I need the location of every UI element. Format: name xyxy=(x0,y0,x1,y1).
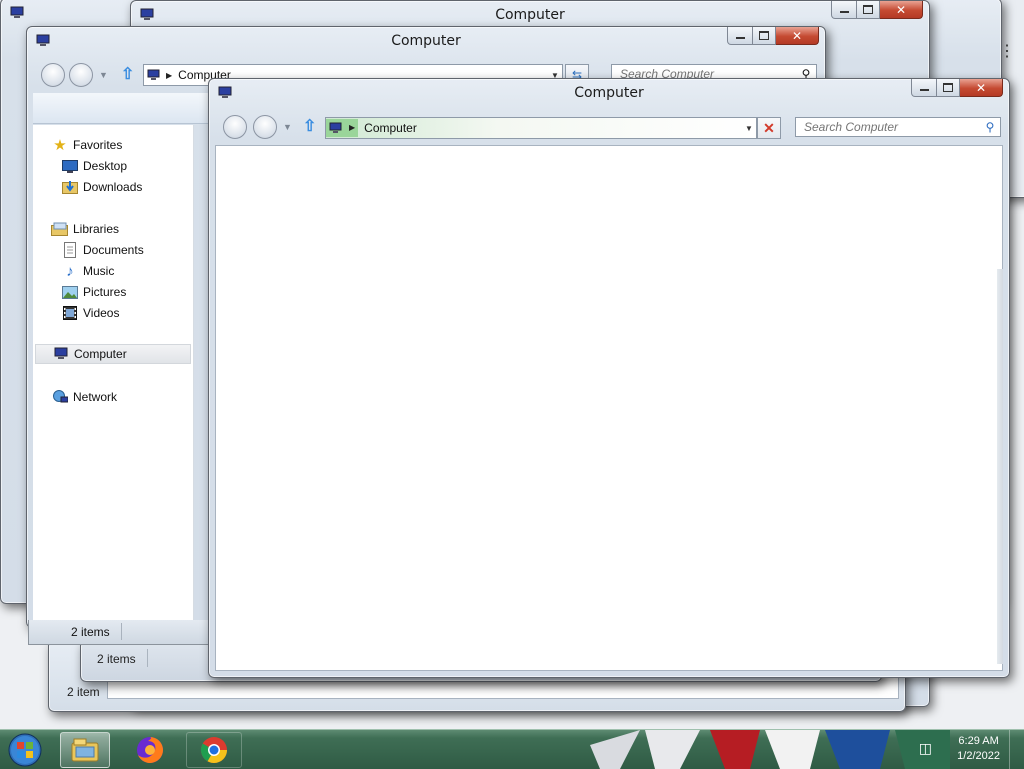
stop-loading-button[interactable]: ✕ xyxy=(757,117,781,139)
maximize-button[interactable] xyxy=(937,79,960,97)
address-bar[interactable]: ▶ Computer ▼ xyxy=(325,117,757,139)
firefox-icon xyxy=(137,737,163,763)
search-icon: ⚲ xyxy=(985,120,995,134)
content-area[interactable] xyxy=(215,145,1003,671)
forward-button[interactable] xyxy=(253,115,277,139)
folder-icon xyxy=(71,738,99,762)
nav-item-pictures[interactable]: Pictures xyxy=(61,282,217,302)
nav-item-label: Videos xyxy=(83,306,120,320)
status-divider xyxy=(121,623,122,640)
clock-date: 1/2/2022 xyxy=(957,750,1000,762)
videos-icon xyxy=(61,305,79,321)
recent-pages-dropdown-icon[interactable]: ▼ xyxy=(283,122,292,132)
close-icon: ✕ xyxy=(975,80,987,95)
back-button[interactable] xyxy=(41,63,65,87)
explorer-window-front[interactable]: Computer ✕ ▼ ⇧ ▶ Computer ▼ ✕ ⚲ xyxy=(208,78,1010,678)
window-title: Computer xyxy=(574,85,644,101)
nav-item-downloads[interactable]: Downloads xyxy=(61,177,217,197)
taskbar-button-windows-explorer[interactable] xyxy=(60,732,110,768)
status-item-count: 2 items xyxy=(97,652,136,666)
close-button[interactable]: ✕ xyxy=(880,1,923,19)
status-item-count: 2 item xyxy=(67,685,100,699)
nav-item-favorites[interactable]: ★ Favorites xyxy=(51,135,207,155)
computer-icon xyxy=(52,346,70,362)
window-title: Computer xyxy=(495,7,565,23)
recent-pages-dropdown-icon[interactable]: ▼ xyxy=(99,70,108,80)
maximize-icon xyxy=(759,31,769,40)
downloads-folder-icon xyxy=(61,179,79,195)
search-box[interactable]: ⚲ xyxy=(795,117,1001,137)
navigation-bar: ▼ ⇧ ▶ Computer ▼ ✕ ⚲ xyxy=(217,114,1001,140)
nav-item-label: Downloads xyxy=(83,180,143,194)
computer-icon xyxy=(326,119,346,137)
desktop-wallpaper-strip xyxy=(560,730,950,769)
nav-item-label: Network xyxy=(73,390,118,404)
system-clock[interactable]: 6:29 AM 1/2/2022 xyxy=(957,734,1000,764)
maximize-button[interactable] xyxy=(857,1,880,19)
nav-item-label: Computer xyxy=(74,347,127,361)
status-item-count: 2 items xyxy=(71,625,110,639)
close-button[interactable]: ✕ xyxy=(776,27,819,45)
desktop-icon xyxy=(61,158,79,174)
taskbar-button-chrome[interactable] xyxy=(186,732,242,768)
star-icon: ★ xyxy=(53,137,67,154)
nav-item-music[interactable]: ♪ Music xyxy=(61,261,217,281)
chrome-icon xyxy=(200,737,228,764)
up-level-button[interactable]: ⇧ xyxy=(121,64,134,84)
minimize-icon xyxy=(839,11,849,13)
nav-item-label: Favorites xyxy=(73,138,123,152)
address-breadcrumb[interactable]: Computer xyxy=(364,121,742,135)
minimize-icon xyxy=(919,89,929,91)
taskbar-button-firefox[interactable] xyxy=(124,732,176,768)
vertical-scrollbar[interactable] xyxy=(997,269,1003,664)
address-dropdown-icon[interactable]: ▼ xyxy=(742,124,756,133)
breadcrumb-separator-icon[interactable]: ▶ xyxy=(346,119,359,137)
computer-icon xyxy=(144,66,164,84)
start-button[interactable] xyxy=(4,732,46,768)
minimize-button[interactable] xyxy=(831,1,857,19)
close-icon: ✕ xyxy=(895,2,907,17)
clock-time: 6:29 AM xyxy=(958,735,999,747)
maximize-icon xyxy=(943,83,953,92)
nav-item-label: Desktop xyxy=(83,159,128,173)
status-divider xyxy=(147,649,148,667)
nav-item-network[interactable]: Network xyxy=(51,387,207,407)
show-desktop-button[interactable] xyxy=(1009,730,1024,769)
nav-item-desktop[interactable]: Desktop xyxy=(61,156,217,176)
minimize-icon xyxy=(735,37,745,39)
close-button[interactable]: ✕ xyxy=(960,79,1003,97)
stop-icon: ✕ xyxy=(763,120,775,136)
minimize-button[interactable] xyxy=(727,27,753,45)
navigation-pane: ★ Favorites Desktop Downloads Libraries xyxy=(33,125,194,627)
maximize-icon xyxy=(863,5,873,14)
nav-item-label: Libraries xyxy=(73,222,120,236)
maximize-button[interactable] xyxy=(753,27,776,45)
music-icon: ♪ xyxy=(66,262,74,280)
windows-logo-icon xyxy=(8,733,42,767)
breadcrumb-separator-icon[interactable]: ▶ xyxy=(166,71,172,80)
nav-item-documents[interactable]: Documents xyxy=(61,240,217,260)
status-bar-strip: 2 items xyxy=(28,620,210,645)
taskbar: ◫ 6:29 AM 1/2/2022 xyxy=(0,729,1024,769)
nav-item-label: Pictures xyxy=(83,285,127,299)
network-icon xyxy=(51,389,69,405)
libraries-icon xyxy=(51,221,69,237)
computer-icon xyxy=(9,6,25,23)
nav-item-computer[interactable]: Computer xyxy=(35,344,191,364)
minimize-button[interactable] xyxy=(911,79,937,97)
window-title: Computer xyxy=(391,33,461,49)
nav-item-label: Documents xyxy=(83,243,144,257)
forward-button[interactable] xyxy=(69,63,93,87)
close-icon: ✕ xyxy=(791,28,803,43)
up-level-button[interactable]: ⇧ xyxy=(303,116,316,136)
search-input[interactable] xyxy=(802,119,980,135)
back-button[interactable] xyxy=(223,115,247,139)
documents-icon xyxy=(61,242,79,258)
nav-item-libraries[interactable]: Libraries xyxy=(51,219,207,239)
network-tray-icon[interactable]: ◫ xyxy=(919,740,932,757)
pictures-icon xyxy=(61,284,79,300)
nav-item-videos[interactable]: Videos xyxy=(61,303,217,323)
nav-item-label: Music xyxy=(83,264,115,278)
